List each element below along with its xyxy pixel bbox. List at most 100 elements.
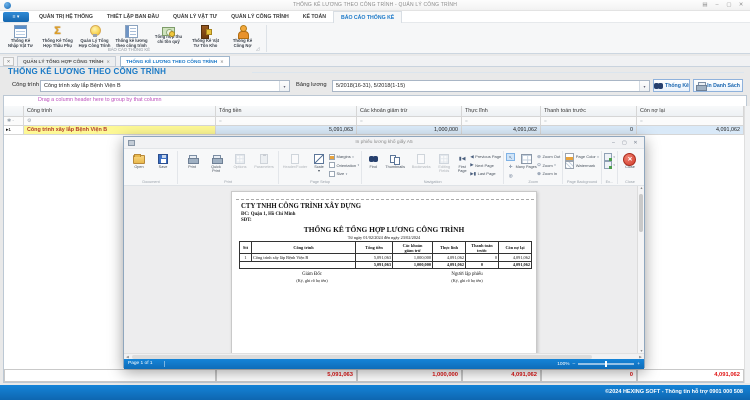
- toolbar-group-navigation: Find Thumbnails Bookmarks Editing Fields…: [362, 150, 503, 185]
- many-pages-button[interactable]: Many Pages: [515, 151, 537, 169]
- column-header-thuc-linh[interactable]: Thực lĩnh: [462, 106, 541, 117]
- tab-close-icon[interactable]: ✕: [220, 59, 224, 64]
- report-table-icon: [14, 25, 27, 38]
- doc-tab-thong-ke-luong-theo-cong-trinh[interactable]: THỐNG KÊ LƯƠNG THEO CÔNG TRÌNH✕: [120, 56, 230, 67]
- scrollbar-thumb[interactable]: [639, 194, 643, 232]
- app-menu-button[interactable]: ≡ ▾: [3, 12, 29, 22]
- zoom-button[interactable]: ⊙ Zoom ▾: [537, 162, 560, 169]
- window-style-icon[interactable]: ▤: [699, 0, 711, 11]
- zoom-minus-icon[interactable]: –: [573, 362, 576, 367]
- filter-cell-con-no-lai[interactable]: =: [637, 117, 744, 126]
- size-button[interactable]: Size ▾: [329, 170, 359, 177]
- ribbon-tab-bao-cao-thong-ke[interactable]: BÁO CÁO THỐNG KÊ: [333, 11, 402, 23]
- ribbon-tab-strip: ≡ ▾ QUẢN TRỊ HỆ THỐNG THIẾT LẬP BAN ĐẦU …: [0, 11, 750, 23]
- scroll-up-icon[interactable]: ▲: [638, 186, 644, 190]
- column-header-con-no-lai[interactable]: Còn nợ lại: [637, 106, 744, 117]
- cell-giam-tru[interactable]: 1,000,000: [357, 126, 462, 135]
- print-button[interactable]: Print: [180, 151, 204, 169]
- report-address: ĐC: Quận 1, Hồ Chí Minh: [241, 212, 295, 217]
- maximize-icon[interactable]: ▢: [723, 0, 735, 11]
- ribbon-tab-ke-toan[interactable]: KẾ TOÁN: [296, 11, 333, 23]
- notebook-icon: [125, 25, 138, 38]
- next-page-button[interactable]: ▶ Next Page: [470, 162, 501, 169]
- dialog-titlebar[interactable]: In phiếu lương khổ giấy A5 – ▢ ✕: [124, 137, 644, 149]
- filter-cell-giam-tru[interactable]: =: [357, 117, 462, 126]
- zoom-slider[interactable]: [578, 363, 634, 365]
- filter-cell-thuc-linh[interactable]: =: [462, 117, 541, 126]
- bookmarks-button[interactable]: Bookmarks: [408, 151, 434, 169]
- cell-cong-trinh[interactable]: Công trình xây lắp Bệnh Viện B: [24, 126, 216, 135]
- tabstrip-close-icon[interactable]: ✕: [3, 57, 14, 66]
- zoom-icon: ⊙: [537, 162, 541, 168]
- group-dialog-launcher-icon[interactable]: ◿: [256, 46, 259, 52]
- chevron-down-icon[interactable]: ▾: [279, 81, 289, 91]
- doc-tab-quan-ly-tong-hop-cong-trinh[interactable]: QUẢN LÝ TỔNG HỢP CÔNG TRÌNH✕: [17, 56, 116, 67]
- scale-button[interactable]: Scale ▾: [309, 151, 329, 174]
- export-to-button[interactable]: ▾: [604, 153, 615, 160]
- dialog-minimize-icon[interactable]: –: [608, 137, 619, 149]
- ribbon-button-thong-ke-nhap-vat-tu[interactable]: Thống Kê Nhập Vật Tư: [2, 24, 39, 49]
- find-button[interactable]: Find: [364, 151, 382, 169]
- chevron-down-icon[interactable]: ▾: [639, 81, 649, 91]
- grid-vertical-scrollbar[interactable]: [744, 106, 750, 383]
- minimize-icon[interactable]: –: [711, 0, 723, 11]
- ribbon-tab-thiet-lap-ban-dau[interactable]: THIẾT LẬP BAN ĐẦU: [100, 11, 166, 23]
- tab-close-icon[interactable]: ✕: [107, 59, 111, 64]
- hand-pan-tool[interactable]: ✛: [506, 162, 515, 170]
- preview-surface[interactable]: CTY TNHH CÔNG TRÌNH XÂY DỰNG ĐC: Quận 1,…: [124, 186, 644, 353]
- zoom-plus-icon[interactable]: +: [637, 362, 640, 367]
- header-footer-button[interactable]: Header/Footer: [281, 151, 309, 169]
- thong-ke-button[interactable]: Thống Kê: [653, 79, 690, 92]
- ribbon-tab-quan-ly-cong-trinh[interactable]: QUẢN LÝ CÔNG TRÌNH: [224, 11, 296, 23]
- orientation-button[interactable]: Orientation ▾: [329, 162, 359, 169]
- magnifier-tool[interactable]: ◎: [506, 171, 515, 179]
- thumbnails-button[interactable]: Thumbnails: [382, 151, 408, 169]
- dialog-close-icon[interactable]: ✕: [630, 137, 641, 149]
- quick-print-button[interactable]: Quick Print: [204, 151, 228, 174]
- column-header-thanh-toan-truoc[interactable]: Thanh toán trước: [541, 106, 637, 117]
- cell-thanh-toan-truoc[interactable]: 0: [541, 126, 637, 135]
- filter-cell-thanh-toan-truoc[interactable]: =: [541, 117, 637, 126]
- filter-cell-cong-trinh[interactable]: ⚙: [24, 117, 216, 126]
- zoom-in-button[interactable]: ⊕ Zoom In: [537, 170, 560, 177]
- close-preview-button[interactable]: ✕ Close: [620, 151, 640, 169]
- page-color-button[interactable]: Page Color ▾: [565, 153, 599, 160]
- toolbar-group-zoom: ↖ ✛ ◎ Many Pages ⊖ Zoom Out ⊙ Zoom ▾: [504, 150, 562, 185]
- margins-button[interactable]: Margins ▾: [329, 153, 359, 160]
- send-email-button[interactable]: ▾: [604, 162, 615, 169]
- ribbon-button-thong-ke-tong-hop-thau-phu[interactable]: Σ Thống Kê Tổng Hợp Thầu Phụ: [39, 24, 76, 49]
- ribbon-button-quan-ly-tong-hop-cong-trinh[interactable]: Quản Lý Tổng Hợp Công Trình: [76, 24, 113, 49]
- previous-page-button[interactable]: ◀ Previous Page: [470, 153, 501, 160]
- ribbon-tab-quan-ly-vat-tu[interactable]: QUẢN LÝ VẬT TƯ: [166, 11, 224, 23]
- column-header-giam-tru[interactable]: Các khoản giảm trừ: [357, 106, 462, 117]
- column-header-tong-tien[interactable]: Tổng tiền: [216, 106, 357, 117]
- parameters-button[interactable]: Parameters: [252, 151, 276, 169]
- dialog-maximize-icon[interactable]: ▢: [619, 137, 630, 149]
- preview-vertical-scrollbar[interactable]: ▲ ▼: [637, 186, 644, 353]
- options-button[interactable]: Options: [228, 151, 252, 169]
- last-page-button[interactable]: ▶▮ Last Page: [470, 170, 501, 177]
- mouse-pointer-tool[interactable]: ↖: [506, 153, 515, 161]
- cell-con-no-lai[interactable]: 4,091,062: [637, 126, 744, 135]
- column-header-cong-trinh[interactable]: Công trình: [24, 106, 216, 117]
- save-button[interactable]: Save: [151, 151, 175, 169]
- close-icon[interactable]: ✕: [735, 0, 747, 11]
- bang-luong-combobox[interactable]: 5/2018(16-31), 5/2018(1-15) ▾: [332, 80, 650, 92]
- cong-trinh-combobox[interactable]: Công trình xây lắp Bệnh Viện B ▾: [40, 80, 290, 92]
- cell-tong-tien[interactable]: 5,091,063: [216, 126, 357, 135]
- filter-cell-tong-tien[interactable]: =: [216, 117, 357, 126]
- zoom-slider-thumb[interactable]: [605, 361, 607, 367]
- ribbon-tab-quan-tri-he-thong[interactable]: QUẢN TRỊ HỆ THỐNG: [32, 11, 100, 23]
- in-danh-sach-button[interactable]: In Danh Sách: [693, 79, 743, 92]
- first-page-button[interactable]: ▮◀ First Page: [454, 151, 470, 174]
- editing-fields-button[interactable]: Editing Fields: [434, 151, 454, 174]
- watermark-button[interactable]: Watermark: [565, 162, 599, 169]
- parameters-icon: [260, 154, 268, 164]
- open-button[interactable]: Open: [127, 151, 151, 169]
- cell-thuc-linh[interactable]: 4,091,062: [462, 126, 541, 135]
- ribbon-button-thong-ke-vat-tu-ton-kho[interactable]: Thống Kê Vật Tư Tồn Kho: [187, 24, 224, 49]
- zoom-out-button[interactable]: ⊖ Zoom Out: [537, 153, 560, 160]
- grid-data-row[interactable]: ▸1 Công trình xây lắp Bệnh Viện B 5,091,…: [0, 126, 750, 135]
- ribbon-button-tong-hop-thu-chi-ton-quy[interactable]: Tổng hợp thu chi tồn quỹ: [150, 24, 187, 49]
- ribbon-button-thong-ke-luong-theo-cong-trinh[interactable]: Thống kê lương theo công trình: [113, 24, 150, 49]
